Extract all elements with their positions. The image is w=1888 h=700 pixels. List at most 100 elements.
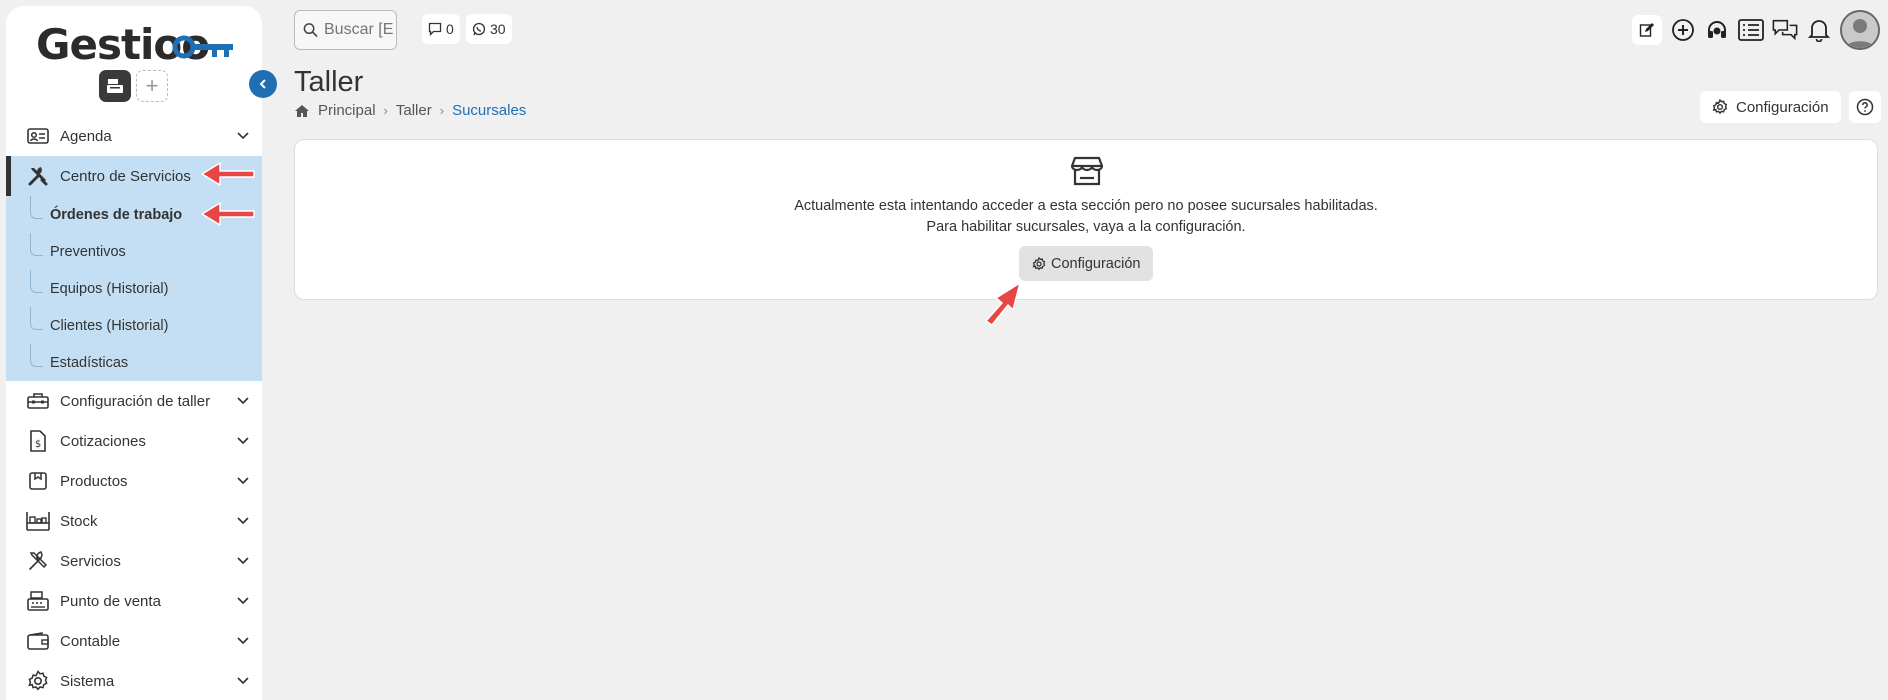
gear-icon xyxy=(1032,256,1046,270)
help-button[interactable] xyxy=(1849,91,1881,123)
sidebar-item-servicios[interactable]: Servicios xyxy=(6,541,262,581)
question-circle-icon xyxy=(1856,98,1874,116)
quick-actions: + xyxy=(99,70,168,102)
breadcrumb-sucursales[interactable]: Sucursales xyxy=(452,102,526,119)
wallet-icon xyxy=(26,629,50,653)
sidebar-subitem-preventivos[interactable]: Preventivos xyxy=(6,233,262,270)
breadcrumb-separator: › xyxy=(439,103,445,118)
headset-icon xyxy=(1708,21,1726,38)
sidebar-item-label: Servicios xyxy=(60,552,121,570)
collapse-sidebar-button[interactable] xyxy=(249,70,277,98)
chevron-down-icon xyxy=(237,517,249,525)
chevron-down-icon xyxy=(237,132,249,140)
notifications-button[interactable] xyxy=(1806,17,1832,43)
add-button[interactable] xyxy=(1670,17,1696,43)
comments-chip[interactable]: 0 xyxy=(422,14,460,44)
sidebar-item-agenda[interactable]: Agenda xyxy=(6,116,262,156)
breadcrumb-principal[interactable]: Principal xyxy=(318,102,376,119)
list-button[interactable] xyxy=(1738,17,1764,43)
notice-configuration-button[interactable]: Configuración xyxy=(1019,246,1154,281)
sidebar-subitem-label: Clientes (Historial) xyxy=(50,317,169,334)
page-title: Taller xyxy=(294,66,364,98)
chevron-down-icon xyxy=(237,677,249,685)
sidebar-item-sistema[interactable]: Sistema xyxy=(6,661,262,700)
comment-icon xyxy=(428,22,442,36)
sidebar-item-contable[interactable]: Contable xyxy=(6,621,262,661)
add-shortcut-button[interactable]: + xyxy=(136,70,168,102)
annotation-arrow xyxy=(985,282,1021,325)
page-configuration-label: Configuración xyxy=(1736,98,1829,116)
notes-button[interactable] xyxy=(1632,15,1662,45)
tools-icon xyxy=(26,164,50,188)
sidebar-group-centro-servicios: Centro de Servicios Órdenes de trabajo P… xyxy=(6,156,262,381)
contact-card-icon xyxy=(26,124,50,148)
app-logo[interactable]: Gestioo xyxy=(36,20,246,70)
breadcrumb-taller[interactable]: Taller xyxy=(396,102,432,119)
sidebar-item-label: Sistema xyxy=(60,672,115,690)
shelf-icon xyxy=(26,509,50,533)
sidebar-subitem-label: Preventivos xyxy=(50,243,126,260)
notice-card: Actualmente esta intentando acceder a es… xyxy=(294,139,1878,300)
sidebar-subitem-label: Órdenes de trabajo xyxy=(50,206,183,223)
annotation-arrow xyxy=(201,162,255,186)
whatsapp-chip[interactable]: 30 xyxy=(466,14,512,44)
top-right-actions xyxy=(1632,10,1880,50)
chat-button[interactable] xyxy=(1772,17,1798,43)
chevron-down-icon xyxy=(237,597,249,605)
breadcrumb-separator: › xyxy=(383,103,388,118)
toolbox-icon xyxy=(26,389,50,413)
chevron-down-icon xyxy=(237,397,249,405)
sidebar-item-label: Cotizaciones xyxy=(60,432,146,450)
sidebar-item-label: Stock xyxy=(60,512,98,530)
key-icon xyxy=(172,35,233,59)
sidebar-subitem-estadisticas[interactable]: Estadísticas xyxy=(6,344,262,381)
chat-icon xyxy=(1772,19,1798,41)
chevron-down-icon xyxy=(237,637,249,645)
cash-register-icon xyxy=(26,589,50,613)
sidebar-item-label: Configuración de taller xyxy=(60,392,211,410)
sidebar-item-configuracion-taller[interactable]: Configuración de taller xyxy=(6,381,262,421)
svg-text:$: $ xyxy=(35,439,41,450)
sidebar-item-punto-venta[interactable]: Punto de venta xyxy=(6,581,262,621)
page-configuration-button[interactable]: Configuración xyxy=(1700,91,1841,123)
annotation-arrow xyxy=(201,202,255,226)
sidebar-item-label: Punto de venta xyxy=(60,592,161,610)
sidebar-subitem-label: Equipos (Historial) xyxy=(50,280,169,297)
notice-configuration-label: Configuración xyxy=(1051,255,1141,272)
list-icon xyxy=(1738,19,1764,41)
chevron-down-icon xyxy=(237,557,249,565)
notice-message-line2: Para habilitar sucursales, vaya a la con… xyxy=(926,219,1246,235)
gear-icon xyxy=(1712,99,1728,115)
plus-icon: + xyxy=(145,73,159,98)
cash-register-icon xyxy=(107,79,123,93)
user-avatar[interactable] xyxy=(1840,10,1880,50)
home-icon xyxy=(295,104,309,117)
sidebar-subitem-clientes-historial[interactable]: Clientes (Historial) xyxy=(6,307,262,344)
sidebar-subitem-label: Estadísticas xyxy=(50,354,129,371)
comments-count: 0 xyxy=(446,21,454,37)
store-icon xyxy=(1071,156,1103,186)
cash-register-button[interactable] xyxy=(99,70,131,102)
search-box[interactable] xyxy=(294,10,397,50)
bell-icon xyxy=(1808,20,1830,42)
sidebar-item-stock[interactable]: Stock xyxy=(6,501,262,541)
dollar-document-icon: $ xyxy=(26,429,50,453)
sidebar-item-label: Contable xyxy=(60,632,121,650)
box-icon xyxy=(26,469,50,493)
sidebar: Gestioo + Agenda Centro de Servicios Órd… xyxy=(6,6,262,700)
tools-icon xyxy=(26,549,50,573)
sidebar-item-label: Centro de Servicios xyxy=(60,167,191,185)
sidebar-item-label: Agenda xyxy=(60,127,112,145)
sidebar-item-productos[interactable]: Productos xyxy=(6,461,262,501)
whatsapp-icon xyxy=(472,22,486,36)
sidebar-subitem-equipos-historial[interactable]: Equipos (Historial) xyxy=(6,270,262,307)
chevron-down-icon xyxy=(237,477,249,485)
plus-circle-icon xyxy=(1672,19,1694,41)
support-button[interactable] xyxy=(1704,17,1730,43)
user-icon xyxy=(1842,12,1878,48)
sidebar-item-cotizaciones[interactable]: $ Cotizaciones xyxy=(6,421,262,461)
breadcrumb: Principal › Taller › Sucursales xyxy=(294,102,526,119)
chevron-down-icon xyxy=(237,437,249,445)
whatsapp-count: 30 xyxy=(490,21,506,37)
search-input[interactable] xyxy=(324,21,396,39)
